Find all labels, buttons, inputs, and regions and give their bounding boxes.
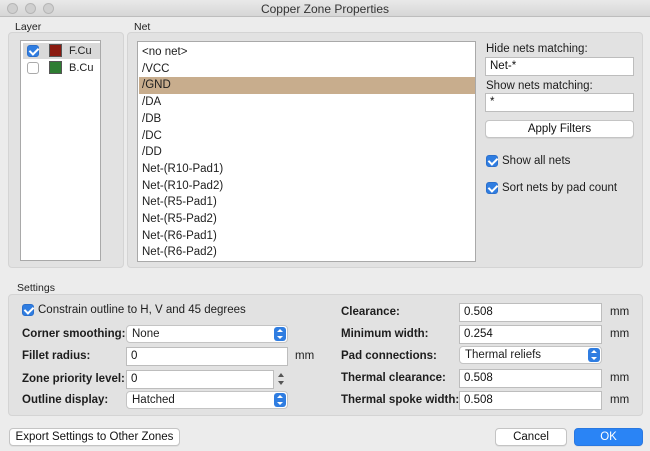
net-item[interactable]: Net-(R5-Pad1) bbox=[139, 194, 475, 211]
thermal-spoke-width-label: Thermal spoke width: bbox=[341, 394, 460, 406]
clearance-unit: mm bbox=[610, 306, 630, 318]
net-item[interactable]: <no net> bbox=[139, 44, 475, 61]
sort-nets-checkbox[interactable] bbox=[486, 182, 498, 194]
outline-display-label: Outline display: bbox=[22, 394, 109, 406]
net-item[interactable]: /DB bbox=[139, 111, 475, 128]
zone-priority-input[interactable]: 0 bbox=[126, 370, 274, 389]
cancel-button[interactable]: Cancel bbox=[495, 428, 567, 446]
select-arrows-icon bbox=[274, 327, 286, 341]
thermal-clearance-label: Thermal clearance: bbox=[341, 372, 446, 384]
net-item[interactable]: /DC bbox=[139, 128, 475, 145]
layer-label-fcu: F.Cu bbox=[69, 45, 92, 57]
show-nets-input[interactable]: * bbox=[485, 93, 634, 112]
pad-connections-value: Thermal reliefs bbox=[465, 349, 542, 361]
thermal-clearance-input[interactable]: 0.508 bbox=[459, 369, 602, 388]
net-item[interactable]: Net-(R5-Pad2) bbox=[139, 211, 475, 228]
fillet-radius-label: Fillet radius: bbox=[22, 350, 91, 362]
net-item[interactable]: /DA bbox=[139, 94, 475, 111]
net-item[interactable]: Net-(R10-Pad1) bbox=[139, 161, 475, 178]
clearance-input[interactable]: 0.508 bbox=[459, 303, 602, 322]
sort-nets-label: Sort nets by pad count bbox=[502, 182, 618, 194]
clearance-label: Clearance: bbox=[341, 306, 400, 318]
pad-connections-select[interactable]: Thermal reliefs bbox=[459, 346, 602, 364]
outline-display-select[interactable]: Hatched bbox=[126, 391, 288, 409]
net-item[interactable]: /DD bbox=[139, 144, 475, 161]
layer-checkbox-bcu[interactable] bbox=[27, 62, 39, 74]
window-title: Copper Zone Properties bbox=[260, 2, 390, 16]
ok-button[interactable]: OK bbox=[574, 428, 643, 446]
title-bar: Copper Zone Properties bbox=[0, 0, 650, 17]
net-item[interactable]: Net-(R10-Pad2) bbox=[139, 178, 475, 195]
show-all-nets-label: Show all nets bbox=[502, 155, 571, 167]
minimum-width-label: Minimum width: bbox=[341, 328, 429, 340]
export-settings-button[interactable]: Export Settings to Other Zones bbox=[9, 428, 180, 446]
net-item[interactable]: Net-(R6-Pad2) bbox=[139, 244, 475, 261]
layer-label-bcu: B.Cu bbox=[69, 62, 94, 74]
hide-nets-label: Hide nets matching: bbox=[486, 43, 588, 55]
select-arrows-icon bbox=[274, 393, 286, 407]
thermal-clearance-unit: mm bbox=[610, 372, 630, 384]
show-nets-label: Show nets matching: bbox=[486, 80, 593, 92]
settings-heading: Settings bbox=[17, 282, 55, 294]
net-item[interactable]: /GND bbox=[139, 77, 475, 95]
corner-smoothing-select[interactable]: None bbox=[126, 325, 288, 343]
fillet-radius-input[interactable]: 0 bbox=[126, 347, 288, 366]
layer-list[interactable]: F.Cu B.Cu bbox=[20, 40, 101, 261]
layer-color-swatch bbox=[49, 61, 62, 74]
net-item[interactable]: /VCC bbox=[139, 61, 475, 78]
zone-priority-label: Zone priority level: bbox=[22, 373, 125, 385]
layer-color-swatch bbox=[49, 44, 62, 57]
corner-smoothing-value: None bbox=[132, 328, 160, 340]
apply-filters-button[interactable]: Apply Filters bbox=[485, 120, 634, 138]
corner-smoothing-label: Corner smoothing: bbox=[22, 328, 126, 340]
net-item[interactable]: Net-(R6-Pad1) bbox=[139, 228, 475, 245]
fillet-radius-unit: mm bbox=[295, 350, 315, 362]
layer-item-fcu[interactable]: F.Cu bbox=[23, 43, 100, 59]
thermal-spoke-width-input[interactable]: 0.508 bbox=[459, 391, 602, 410]
select-arrows-icon bbox=[588, 348, 600, 362]
minimum-width-input[interactable]: 0.254 bbox=[459, 325, 602, 344]
zone-priority-stepper-icon[interactable] bbox=[275, 370, 287, 388]
constrain-outline-checkbox[interactable] bbox=[22, 304, 34, 316]
layer-checkbox-fcu[interactable] bbox=[27, 45, 39, 57]
hide-nets-input[interactable]: Net-* bbox=[485, 57, 634, 76]
constrain-outline-label: Constrain outline to H, V and 45 degrees bbox=[38, 304, 246, 316]
layer-item-bcu[interactable]: B.Cu bbox=[23, 60, 100, 76]
minimum-width-unit: mm bbox=[610, 328, 630, 340]
pad-connections-label: Pad connections: bbox=[341, 350, 437, 362]
show-all-nets-checkbox[interactable] bbox=[486, 155, 498, 167]
net-list[interactable]: <no net>/VCC/GND/DA/DB/DC/DD Net-(R10-Pad… bbox=[137, 41, 476, 262]
outline-display-value: Hatched bbox=[132, 394, 175, 406]
thermal-spoke-width-unit: mm bbox=[610, 394, 630, 406]
